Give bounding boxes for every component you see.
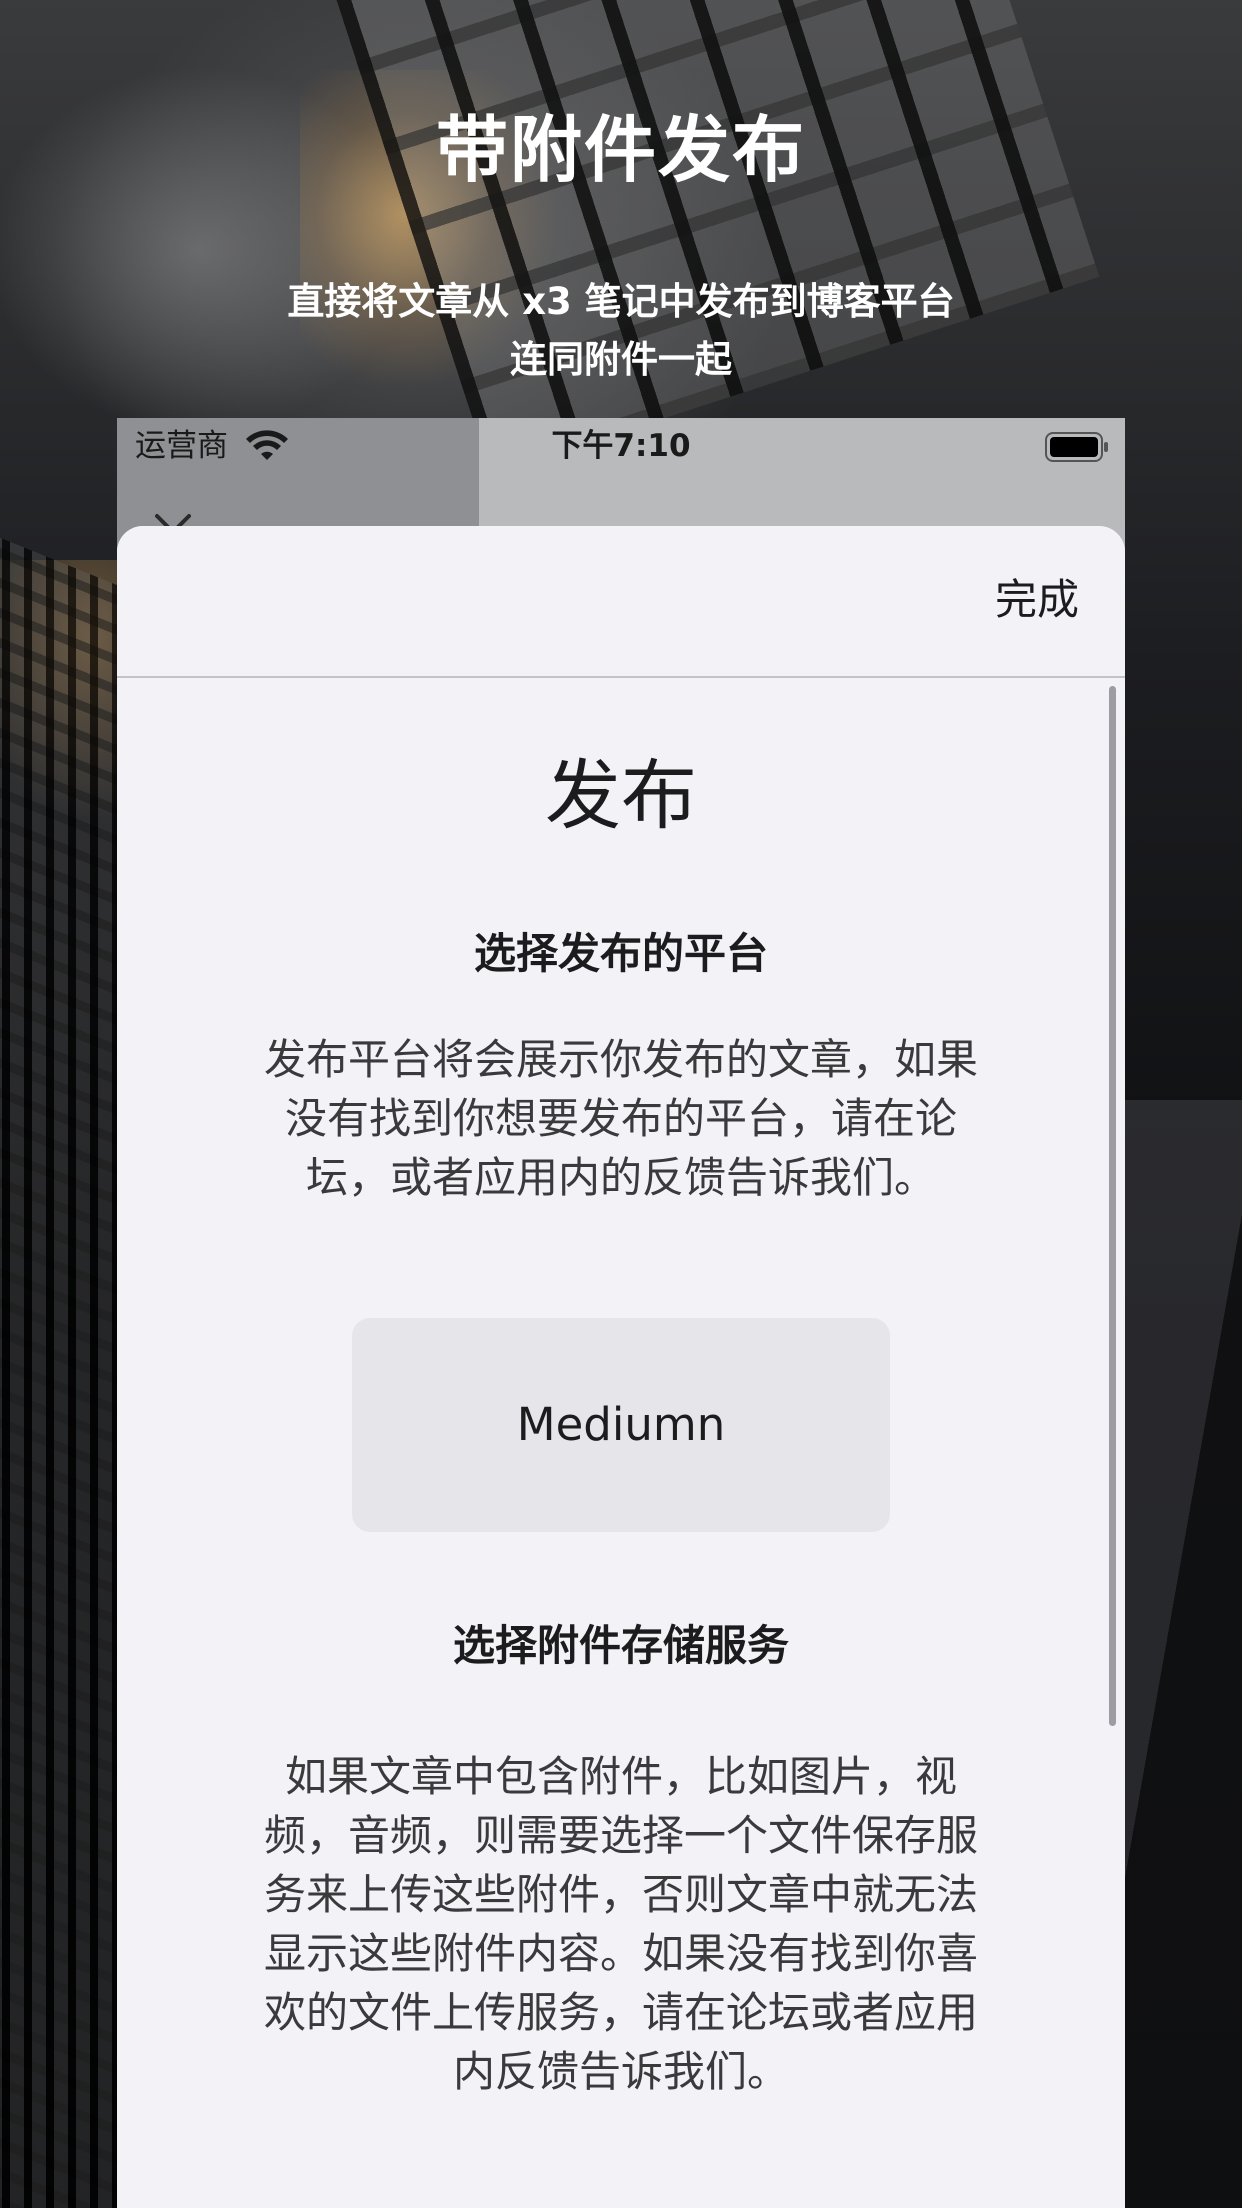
done-button[interactable]: 完成	[995, 570, 1079, 630]
platform-section-title: 选择发布的平台	[473, 929, 768, 978]
status-time: 下午7:10	[551, 428, 691, 464]
phone-screenshot: 运营商 下午7:10 完成 发布 选择发布的平台 发布平台将会展示你发布的文章，…	[117, 418, 1125, 2208]
platform-section-description: 发布平台将会展示你发布的文章，如果没有找到你想要发布的平台，请在论坛，或者应用内…	[263, 1035, 978, 1202]
status-bar: 运营商 下午7:10	[117, 418, 1125, 474]
promo-headline: 带附件发布	[435, 108, 806, 192]
promo-subhead-line: 直接将文章从 x3 笔记中发布到博客平台	[287, 280, 955, 323]
publish-sheet: 完成 发布 选择发布的平台 发布平台将会展示你发布的文章，如果没有找到你想要发布…	[117, 526, 1125, 2208]
promo-subhead-line: 连同附件一起	[510, 338, 732, 381]
platform-select-button[interactable]: Mediumn	[352, 1318, 890, 1532]
storage-section-title: 选择附件存储服务	[452, 1621, 789, 1670]
sheet-header: 完成	[117, 526, 1125, 678]
page-title: 发布	[545, 751, 697, 840]
promo-subhead: 直接将文章从 x3 笔记中发布到博客平台 连同附件一起	[0, 273, 1242, 389]
storage-section-description: 如果文章中包含附件，比如图片，视频，音频，则需要选择一个文件保存服务来上传这些附…	[263, 1752, 978, 2096]
background-building-left	[0, 529, 130, 2208]
battery-icon	[1045, 432, 1109, 462]
platform-label: Mediumn	[516, 1398, 726, 1451]
background-building-top	[330, 0, 1100, 475]
background-building-right	[1125, 1100, 1242, 2208]
